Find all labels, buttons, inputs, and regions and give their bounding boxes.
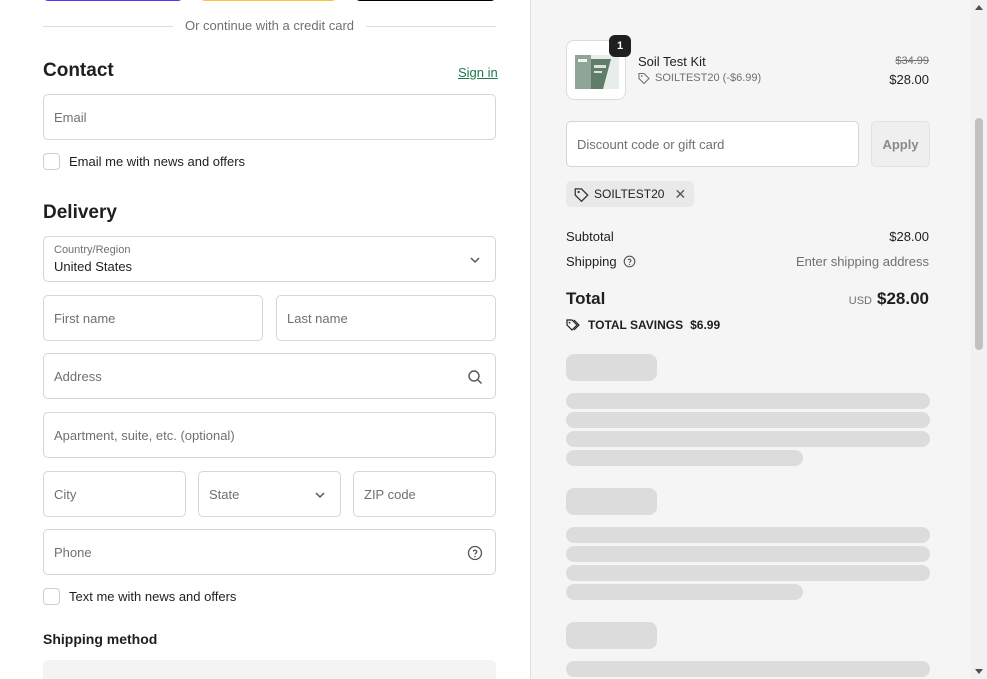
- savings-label: TOTAL SAVINGS: [588, 318, 684, 332]
- help-circle-icon[interactable]: [467, 545, 483, 561]
- country-value: United States: [54, 259, 133, 274]
- skeleton-line: [566, 661, 930, 677]
- shipping-method-placeholder: [43, 660, 496, 679]
- skeleton-line: [566, 431, 930, 447]
- sms-label: Text me with news and offers: [69, 589, 237, 604]
- search-icon: [468, 370, 482, 384]
- scroll-up-icon[interactable]: [975, 5, 983, 10]
- total-savings: TOTAL SAVINGS $6.99: [566, 318, 720, 332]
- skeleton-line: [566, 565, 930, 581]
- first-name-placeholder: First name: [54, 311, 116, 326]
- shipping-row: Shipping: [566, 254, 636, 269]
- contact-heading: Contact: [43, 60, 114, 81]
- sms-checkbox-row[interactable]: Text me with news and offers: [43, 588, 236, 605]
- express-pay-button-2[interactable]: [200, 0, 337, 1]
- total-label: Total: [566, 289, 606, 308]
- checkout-form-panel: Or continue with a credit card Contact S…: [0, 0, 530, 679]
- apply-discount-button[interactable]: Apply: [871, 121, 930, 167]
- phone-field[interactable]: Phone: [43, 529, 496, 575]
- address-field[interactable]: Address: [43, 353, 496, 399]
- zip-field[interactable]: ZIP code: [353, 471, 496, 517]
- skeleton-heading: [566, 488, 657, 515]
- product-price: $28.00: [889, 72, 929, 87]
- express-pay-button-3[interactable]: [355, 0, 496, 1]
- subtotal-label: Subtotal: [566, 229, 614, 244]
- email-placeholder: Email: [54, 110, 87, 125]
- scroll-down-icon[interactable]: [975, 669, 983, 674]
- quantity-badge: 1: [609, 35, 631, 57]
- last-name-field[interactable]: Last name: [276, 295, 496, 341]
- newsletter-checkbox[interactable]: [43, 153, 60, 170]
- chevron-down-icon: [315, 492, 325, 499]
- zip-placeholder: ZIP code: [364, 487, 416, 502]
- applied-discount-chip: SOILTEST20 ✕: [566, 181, 695, 207]
- savings-value: $6.99: [690, 318, 721, 332]
- phone-placeholder: Phone: [54, 545, 92, 560]
- remove-discount-icon[interactable]: ✕: [674, 186, 686, 203]
- tags-icon: [566, 318, 580, 331]
- skeleton-line: [566, 584, 803, 600]
- last-name-placeholder: Last name: [287, 311, 348, 326]
- country-label: Country/Region: [54, 244, 131, 256]
- discount-code-input[interactable]: Discount code or gift card: [566, 121, 859, 167]
- credit-card-divider: Or continue with a credit card: [43, 18, 496, 33]
- applied-code: SOILTEST20: [594, 187, 665, 201]
- shipping-label: Shipping: [566, 254, 617, 269]
- product-discount: SOILTEST20 (-$6.99): [638, 72, 761, 84]
- product-name: Soil Test Kit: [638, 54, 706, 69]
- city-field[interactable]: City: [43, 471, 186, 517]
- chevron-down-icon: [470, 257, 480, 264]
- skeleton-line: [566, 450, 803, 466]
- help-circle-icon[interactable]: [623, 255, 636, 268]
- skeleton-line: [566, 393, 930, 409]
- shipping-method-heading: Shipping method: [43, 631, 158, 647]
- email-field[interactable]: Email: [43, 94, 496, 140]
- address-placeholder: Address: [54, 369, 102, 384]
- skeleton-line: [566, 546, 930, 562]
- order-summary-panel: 1 Soil Test Kit SOILTEST20 (-$6.99) $34.…: [530, 0, 971, 679]
- skeleton-line: [566, 412, 930, 428]
- subtotal-value: $28.00: [889, 229, 929, 244]
- tag-icon: [574, 187, 589, 202]
- scrollbar-thumb[interactable]: [975, 118, 983, 350]
- total-amount: USD $28.00: [849, 289, 929, 309]
- state-select[interactable]: State: [198, 471, 341, 517]
- skeleton-heading: [566, 354, 657, 381]
- page-scrollbar[interactable]: [971, 0, 987, 679]
- shipping-value: Enter shipping address: [796, 254, 929, 269]
- original-price: $34.99: [895, 55, 929, 67]
- sign-in-link[interactable]: Sign in: [458, 65, 498, 80]
- total-value: $28.00: [877, 289, 929, 308]
- country-select[interactable]: Country/Region United States: [43, 236, 496, 282]
- city-placeholder: City: [54, 487, 77, 502]
- first-name-field[interactable]: First name: [43, 295, 263, 341]
- skeleton-line: [566, 527, 930, 543]
- apartment-placeholder: Apartment, suite, etc. (optional): [54, 428, 235, 443]
- delivery-heading: Delivery: [43, 202, 117, 223]
- product-discount-code: SOILTEST20 (-$6.99): [655, 72, 762, 84]
- state-placeholder: State: [209, 487, 240, 502]
- apartment-field[interactable]: Apartment, suite, etc. (optional): [43, 412, 496, 458]
- newsletter-checkbox-row[interactable]: Email me with news and offers: [43, 153, 245, 170]
- newsletter-label: Email me with news and offers: [69, 154, 246, 169]
- total-currency: USD: [848, 295, 872, 307]
- tag-icon: [638, 72, 650, 84]
- express-pay-button-1[interactable]: [43, 0, 183, 1]
- skeleton-heading: [566, 622, 657, 649]
- sms-checkbox[interactable]: [43, 588, 60, 605]
- discount-placeholder: Discount code or gift card: [577, 137, 725, 152]
